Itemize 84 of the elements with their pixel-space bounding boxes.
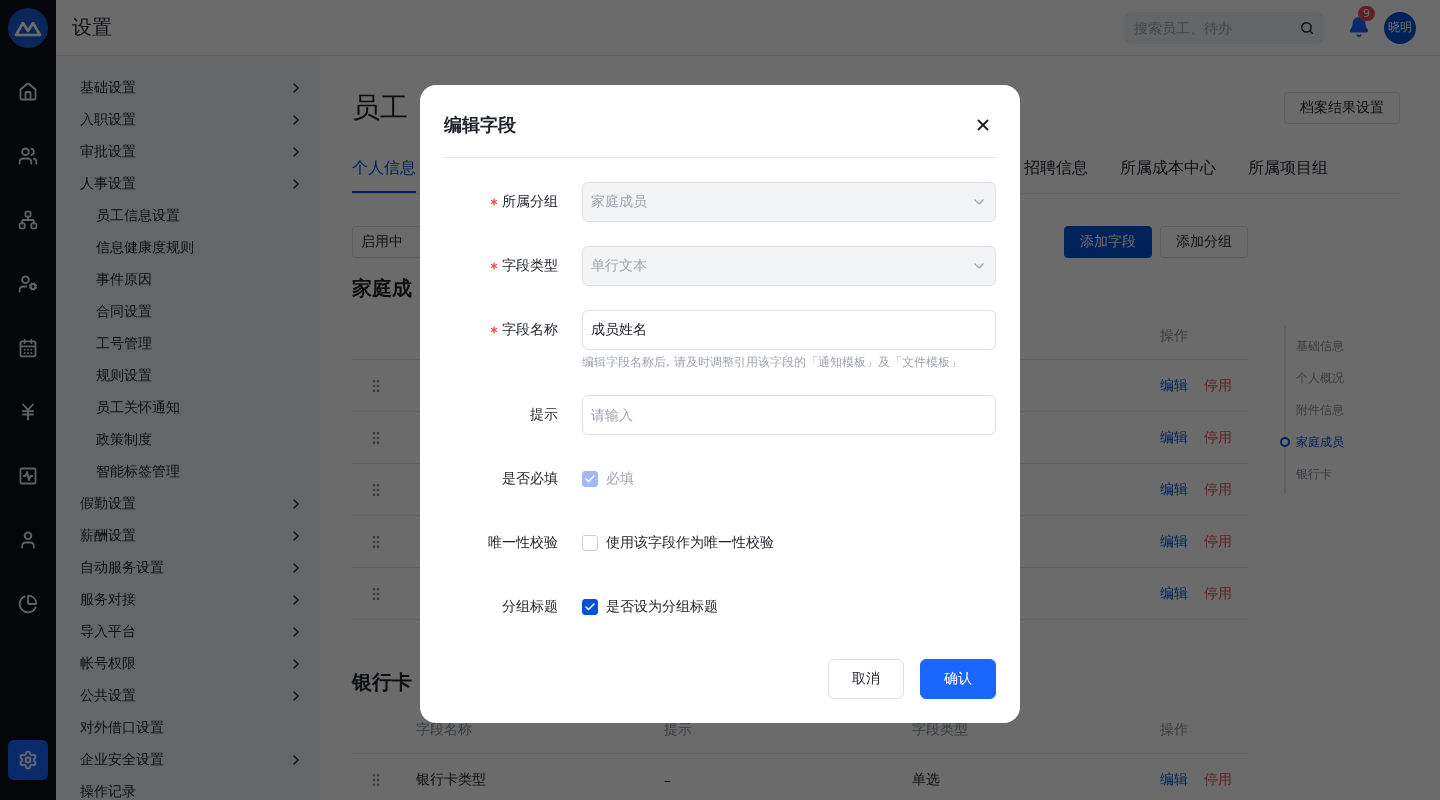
nav-button[interactable] (8, 740, 48, 780)
checkbox-option[interactable]: 使用该字段作为唯一性校验 (582, 523, 774, 563)
submenu-item[interactable]: 政策制度 (80, 424, 304, 456)
results-settings-button[interactable]: 档案结果设置 (1284, 92, 1400, 124)
check-icon (584, 601, 596, 613)
edit-link[interactable]: 编辑 (1160, 770, 1188, 789)
help-text: 编辑字段名称后, 请及时调整引用该字段的「通知模板」及「文件模板」 (582, 354, 963, 371)
edit-link[interactable]: 编辑 (1160, 584, 1188, 603)
page-title: 员工 (352, 90, 408, 126)
checkbox-option[interactable]: 是否设为分组标题 (582, 587, 718, 627)
search-icon (1300, 20, 1314, 35)
disable-link[interactable]: 停用 (1204, 376, 1232, 395)
home-icon (18, 82, 38, 102)
add-field-button[interactable]: 添加字段 (1064, 226, 1152, 258)
submenu-item[interactable]: 事件原因 (80, 264, 304, 296)
submenu-item[interactable]: 员工信息设置 (80, 200, 304, 232)
page-header-title: 设置 (72, 14, 113, 41)
disable-link[interactable]: 停用 (1204, 584, 1232, 603)
logo-icon (8, 8, 48, 48)
tab[interactable]: 个人信息 (352, 146, 416, 193)
required-icon (490, 262, 498, 270)
field-label: 字段类型 (502, 257, 558, 275)
table-cell-text: – (663, 771, 672, 788)
calendar-icon (18, 338, 38, 358)
submenu-item[interactable]: 规则设置 (80, 360, 304, 392)
person-icon (18, 530, 38, 550)
submenu-item[interactable]: 工号管理 (80, 328, 304, 360)
edit-link[interactable]: 编辑 (1160, 480, 1188, 499)
org-chart-icon (18, 210, 38, 230)
menu-item[interactable]: 导入平台 (80, 616, 304, 648)
field-label: 是否必填 (502, 470, 558, 488)
table-cell-text: 银行卡类型 (415, 770, 487, 789)
menu-item[interactable]: 对外借口设置 (80, 712, 304, 744)
menu-item[interactable]: 人事设置 (80, 168, 304, 200)
edit-link[interactable]: 编辑 (1160, 428, 1188, 447)
tab[interactable]: 所属项目组 (1248, 146, 1328, 193)
section-title: 银行卡 (352, 668, 412, 696)
disable-link[interactable]: 停用 (1204, 428, 1232, 447)
menu-item[interactable]: 假勤设置 (80, 488, 304, 520)
settings-icon (18, 750, 38, 770)
menu-item[interactable]: 入职设置 (80, 104, 304, 136)
edit-link[interactable]: 编辑 (1160, 532, 1188, 551)
section-title: 家庭成 (352, 274, 412, 302)
required-icon (490, 326, 498, 334)
tab[interactable]: 招聘信息 (1024, 146, 1088, 193)
disable-link[interactable]: 停用 (1204, 770, 1232, 789)
menu-item[interactable]: 审批设置 (80, 136, 304, 168)
checkbox[interactable] (582, 599, 598, 615)
user-avatar[interactable]: 晓明 (1384, 11, 1416, 44)
field-label: 唯一性校验 (488, 534, 558, 552)
edit-link[interactable]: 编辑 (1160, 376, 1188, 395)
disable-link[interactable]: 停用 (1204, 480, 1232, 499)
disable-link[interactable]: 停用 (1204, 532, 1232, 551)
cancel-button[interactable]: 取消 (828, 659, 904, 699)
field-label: 字段名称 (502, 321, 558, 339)
pie-chart-icon (18, 594, 38, 614)
anchor-link[interactable]: 家庭成员 (1280, 426, 1400, 458)
add-group-button[interactable]: 添加分组 (1160, 226, 1248, 258)
menu-item[interactable]: 企业安全设置 (80, 744, 304, 776)
submenu-item[interactable]: 信息健康度规则 (80, 232, 304, 264)
notification-badge: 9 (1358, 5, 1375, 21)
submenu-item[interactable]: 智能标签管理 (80, 456, 304, 488)
chart-square-icon (18, 466, 38, 486)
menu-item[interactable]: 基础设置 (80, 72, 304, 104)
check-icon (584, 473, 596, 485)
submenu-item[interactable]: 员工关怀通知 (80, 392, 304, 424)
menu-item[interactable]: 自动服务设置 (80, 552, 304, 584)
menu-item[interactable]: 公共设置 (80, 680, 304, 712)
confirm-button[interactable]: 确认 (920, 659, 996, 699)
people-icon (18, 146, 38, 166)
field-label: 所属分组 (502, 193, 558, 211)
tab[interactable]: 所属成本中心 (1120, 146, 1216, 193)
required-icon (490, 198, 498, 206)
menu-item[interactable]: 操作记录 (80, 776, 304, 800)
menu-item[interactable]: 服务对接 (80, 584, 304, 616)
submenu-item[interactable]: 合同设置 (80, 296, 304, 328)
dialog-title: 编辑字段 (444, 113, 516, 137)
field-label: 分组标题 (502, 598, 558, 616)
menu-item[interactable]: 薪酬设置 (80, 520, 304, 552)
field-label: 提示 (530, 406, 558, 424)
bell-icon[interactable] (1348, 15, 1370, 38)
user-gear-icon (18, 274, 38, 294)
menu-item[interactable]: 帐号权限 (80, 648, 304, 680)
table-cell-text: 单选 (911, 770, 941, 789)
